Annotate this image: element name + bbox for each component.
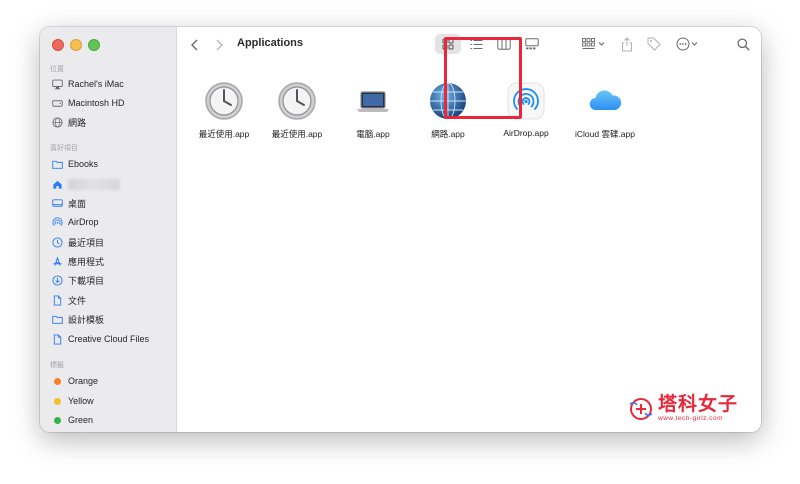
file-name: AirDrop.app — [503, 128, 549, 138]
file-item[interactable]: 電腦.app — [334, 79, 412, 140]
tag-dot-green — [52, 415, 63, 426]
sidebar-item-downloads[interactable]: 下載項目 — [52, 272, 104, 288]
sidebar-item-label: Ebooks — [68, 159, 99, 169]
home-icon — [52, 179, 63, 190]
sidebar-item-label: 下載項目 — [68, 275, 105, 286]
folder-icon — [52, 159, 63, 170]
minimize-button[interactable] — [70, 39, 82, 51]
sidebar-item-network[interactable]: 網路 — [52, 114, 86, 130]
sidebar-item-label: 應用程式 — [68, 256, 105, 267]
gallery-view-icon — [525, 38, 539, 50]
sidebar-item-label: 網路 — [68, 117, 87, 128]
sidebar-section-tags: 標籤 — [50, 362, 64, 369]
file-name: iCloud 雲碟.app — [574, 129, 635, 139]
clock-app-icon — [202, 79, 246, 123]
sidebar: 位置 Rachel's iMac Macintosh HD 網路 喜好項目 Eb… — [40, 27, 177, 432]
finder-window: 位置 Rachel's iMac Macintosh HD 網路 喜好項目 Eb… — [40, 27, 761, 432]
download-icon — [52, 274, 63, 286]
sidebar-item-label: Rachel's iMac — [68, 79, 124, 89]
more-actions-icon — [676, 37, 698, 51]
search-button[interactable] — [735, 36, 751, 52]
sidebar-item-label: 文件 — [68, 295, 87, 306]
applications-icon — [52, 255, 63, 267]
file-name: 最近使用.app — [198, 129, 250, 139]
sidebar-tag-green[interactable]: Green — [52, 412, 93, 428]
group-by-button[interactable] — [580, 36, 608, 52]
action-menu-button[interactable] — [674, 36, 702, 52]
share-button[interactable] — [619, 35, 635, 53]
file-name: 電腦.app — [356, 129, 390, 139]
zoom-button[interactable] — [88, 39, 100, 51]
file-name: 最近使用.app — [271, 129, 323, 139]
airdrop-icon — [52, 216, 63, 228]
gallery-view-button[interactable] — [523, 36, 541, 52]
sidebar-item-label: Green — [68, 415, 94, 425]
redacted-username — [68, 178, 120, 190]
folder-icon — [52, 314, 63, 325]
sidebar-item-recents[interactable]: 最近項目 — [52, 234, 104, 250]
search-icon — [736, 37, 750, 51]
watermark-logo-icon — [629, 398, 653, 420]
clock-app-icon — [275, 79, 319, 123]
sidebar-section-locations: 位置 — [50, 66, 64, 73]
hard-drive-icon — [52, 98, 63, 109]
sidebar-item-label: Creative Cloud Files — [68, 334, 150, 344]
document-icon — [52, 294, 63, 306]
sidebar-item-label: 桌面 — [68, 198, 87, 209]
sidebar-item-macintosh-hd[interactable]: Macintosh HD — [52, 95, 125, 111]
sidebar-item-documents[interactable]: 文件 — [52, 292, 86, 308]
sidebar-item-label: Macintosh HD — [68, 98, 125, 108]
sidebar-item-label: 設計模板 — [68, 314, 105, 325]
chevron-right-icon — [216, 39, 223, 51]
file-item[interactable]: 最近使用.app — [258, 79, 336, 140]
sidebar-item-design-templates[interactable]: 設計模板 — [52, 311, 104, 327]
file-item[interactable]: iCloud 雲碟.app — [566, 79, 644, 140]
sidebar-item-label: AirDrop — [68, 217, 99, 227]
sidebar-item-imac[interactable]: Rachel's iMac — [52, 76, 124, 92]
back-button[interactable] — [187, 37, 203, 53]
imac-icon — [52, 79, 63, 90]
file-name: 網路.app — [431, 129, 465, 139]
desktop-icon — [52, 198, 63, 209]
sidebar-item-airdrop[interactable]: AirDrop — [52, 214, 99, 230]
icloud-app-icon — [583, 79, 627, 123]
window-title: Applications — [237, 37, 304, 49]
sidebar-item-label: Orange — [68, 376, 99, 386]
network-globe-icon — [52, 116, 63, 128]
watermark: 塔科女子 www.tech-girlz.com — [628, 395, 738, 423]
watermark-url: www.tech-girlz.com — [658, 415, 723, 422]
laptop-app-icon — [351, 79, 395, 123]
sidebar-item-creative-cloud[interactable]: Creative Cloud Files — [52, 331, 149, 347]
sidebar-item-label: 最近項目 — [68, 237, 105, 248]
chevron-left-icon — [191, 39, 198, 51]
sidebar-item-home[interactable] — [52, 176, 120, 192]
sidebar-item-applications[interactable]: 應用程式 — [52, 253, 104, 269]
tag-icon — [647, 37, 661, 51]
window-controls — [52, 39, 100, 51]
tag-dot-orange — [52, 376, 63, 387]
document-icon — [52, 333, 63, 345]
watermark-text: 塔科女子 — [658, 394, 739, 415]
share-icon — [622, 36, 632, 51]
sidebar-item-ebooks[interactable]: Ebooks — [52, 156, 98, 172]
tags-button[interactable] — [645, 36, 663, 52]
tag-dot-yellow — [52, 396, 63, 407]
sidebar-item-desktop[interactable]: 桌面 — [52, 195, 86, 211]
clock-icon — [52, 236, 63, 248]
sidebar-section-favorites: 喜好項目 — [50, 145, 78, 152]
forward-button[interactable] — [211, 37, 227, 53]
file-browser: 最近使用.app 最近使用.app 電腦.app 網路.app AirDrop.… — [177, 65, 761, 432]
highlight-box — [444, 37, 522, 119]
close-button[interactable] — [52, 39, 64, 51]
group-grid-icon — [582, 38, 605, 49]
sidebar-tag-orange[interactable]: Orange — [52, 373, 98, 389]
file-item[interactable]: 最近使用.app — [185, 79, 263, 140]
sidebar-item-label: Yellow — [68, 396, 94, 406]
sidebar-tag-yellow[interactable]: Yellow — [52, 393, 94, 409]
